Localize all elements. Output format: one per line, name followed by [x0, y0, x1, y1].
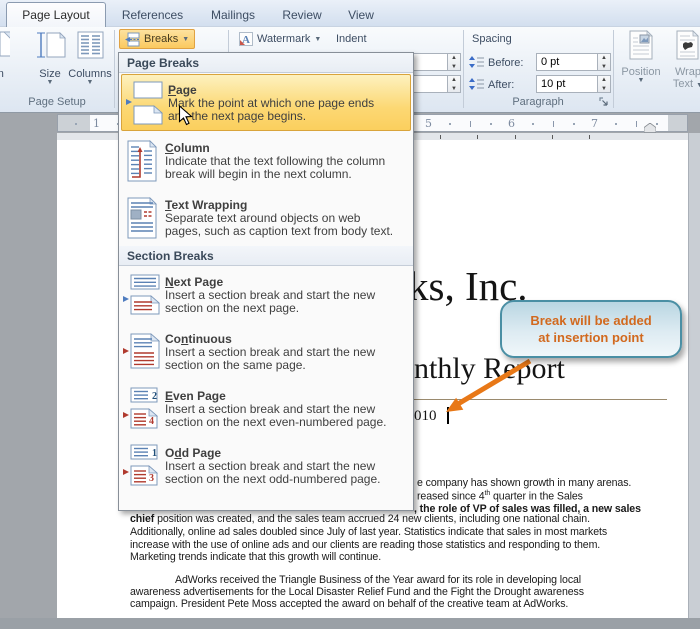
menu-item-description: Indicate that the text following the col… [165, 155, 407, 181]
ruler-number: 7 [591, 117, 598, 130]
menu-item-description: Insert a section break and start the new… [165, 403, 407, 429]
breaks-dropdown-menu: Page Breaks PageMark the point at which … [118, 52, 414, 511]
continuous-break-icon [119, 329, 165, 375]
spacing-before-field[interactable]: 0 pt [536, 53, 598, 71]
spacing-before-label: Before: [488, 57, 523, 69]
callout-arrow [430, 350, 540, 420]
menu-item-next-page[interactable]: Next PageInsert a section break and star… [119, 266, 413, 323]
orientation-icon [0, 29, 10, 61]
wrap-text-icon [675, 29, 700, 61]
menu-item-text-wrapping[interactable]: Text WrappingSeparate text around object… [119, 189, 413, 246]
menu-item-title: Column [165, 141, 407, 155]
dropdown-arrow-icon: ▼ [696, 82, 700, 89]
tab-references[interactable]: References [115, 3, 190, 27]
indent-label: Indent [336, 33, 367, 45]
document-text-line: campaign. President Pete Moss accepted t… [130, 598, 568, 610]
menu-section-header: Page Breaks [119, 53, 413, 73]
document-text-line: awareness advertisements for the Local D… [130, 586, 584, 598]
paragraph-dialog-launcher-icon[interactable] [599, 97, 610, 108]
group-divider [613, 30, 614, 108]
document-text-line: Marketing trends indicate that this grow… [130, 551, 381, 563]
menu-item-odd-page[interactable]: 1 3Odd PageInsert a section break and st… [119, 437, 413, 494]
tab-review[interactable]: Review [276, 3, 328, 27]
tab-view[interactable]: View [340, 3, 382, 27]
menu-item-title: Next Page [165, 275, 407, 289]
document-text-line: AdWorks received the Triangle Business o… [175, 574, 581, 586]
watermark-icon: A [239, 32, 253, 46]
callout-bubble: Break will be added at insertion point [500, 300, 682, 358]
tab-mailings[interactable]: Mailings [202, 3, 264, 27]
wrap-text-button[interactable]: Wrap Text ▼ [666, 29, 700, 90]
menu-item-column[interactable]: ColumnIndicate that the text following t… [119, 132, 413, 189]
spacing-before-spinner[interactable]: ▲▼ [598, 53, 611, 71]
menu-item-page[interactable]: PageMark the point at which one page end… [121, 74, 411, 131]
document-text-line: increase with the use of online ads and … [130, 539, 600, 551]
document-text-line: Additionally, online ad sales doubled si… [130, 526, 607, 538]
page-break-icon [122, 80, 168, 126]
menu-item-description: Insert a section break and start the new… [165, 289, 407, 315]
document-text-line: e company has shown growth in many arena… [417, 477, 631, 489]
svg-text:4: 4 [149, 416, 154, 427]
menu-item-title: Text Wrapping [165, 198, 407, 212]
position-icon [627, 29, 655, 61]
svg-text:3: 3 [149, 473, 154, 484]
breaks-button[interactable]: Breaks ▼ [119, 29, 195, 49]
right-indent-marker[interactable] [644, 123, 656, 133]
text-wrapping-break-icon [119, 195, 165, 241]
callout-text-line1: Break will be added [530, 312, 651, 329]
dropdown-arrow-icon: ▼ [314, 36, 321, 43]
spacing-after-spinner[interactable]: ▲▼ [598, 75, 611, 93]
breaks-icon [125, 32, 140, 47]
menu-item-title: Even Page [165, 389, 407, 403]
watermark-button[interactable]: A Watermark ▼ [234, 29, 326, 49]
spacing-after-icon [469, 78, 485, 91]
menu-item-description: Mark the point at which one page ends an… [168, 97, 404, 123]
ruler-number: 5 [425, 117, 432, 130]
ribbon-tab-bar: Page Layout References Mailings Review V… [0, 0, 700, 27]
document-text-line: chief position was created, and the sale… [130, 513, 590, 525]
menu-item-title: Odd Page [165, 446, 407, 460]
menu-item-even-page[interactable]: 2 4Even PageInsert a section break and s… [119, 380, 413, 437]
document-text-line: reased since 4th quarter in the Sales [417, 490, 583, 503]
menu-item-title: Continuous [165, 332, 407, 346]
menu-item-continuous[interactable]: ContinuousInsert a section break and sta… [119, 323, 413, 380]
callout-text-line2: at insertion point [538, 329, 643, 346]
menu-item-description: Separate text around objects on web page… [165, 212, 407, 238]
even-page-break-icon: 2 4 [119, 386, 165, 432]
spacing-label: Spacing [472, 33, 512, 45]
dropdown-arrow-icon: ▼ [182, 36, 189, 43]
position-button[interactable]: Position ▼ [617, 29, 665, 84]
menu-item-description: Insert a section break and start the new… [165, 346, 407, 372]
spacing-before-icon [469, 56, 485, 69]
mouse-pointer-icon [178, 105, 193, 126]
columns-icon [75, 29, 105, 61]
odd-page-break-icon: 1 3 [119, 443, 165, 489]
tab-page-layout[interactable]: Page Layout [6, 2, 106, 28]
status-bar-strip [0, 618, 700, 629]
menu-item-description: Insert a section break and start the new… [165, 460, 407, 486]
dropdown-arrow-icon: ▼ [0, 80, 18, 86]
svg-text:1: 1 [152, 448, 157, 459]
group-divider [114, 30, 115, 108]
dropdown-arrow-icon: ▼ [617, 78, 665, 84]
paragraph-group-label: Paragraph [464, 96, 612, 108]
indent-left-spinner[interactable]: ▲▼ [448, 53, 461, 71]
next-page-break-icon [119, 272, 165, 318]
menu-item-title: Page [168, 83, 404, 97]
columns-button[interactable]: Columns ▼ [62, 29, 118, 86]
orientation-button[interactable]: tion ▼ [0, 29, 18, 86]
page-setup-group-label: Page Setup [0, 96, 114, 108]
spacing-after-label: After: [488, 79, 514, 91]
ruler-number: 1 [93, 117, 100, 130]
spacing-after-field[interactable]: 10 pt [536, 75, 598, 93]
vertical-scrollbar[interactable] [688, 133, 700, 618]
menu-section-header: Section Breaks [119, 246, 413, 266]
ruler-number: 6 [508, 117, 515, 130]
indent-right-spinner[interactable]: ▲▼ [448, 75, 461, 93]
dropdown-arrow-icon: ▼ [62, 80, 118, 86]
column-break-icon [119, 138, 165, 184]
word-window: Page Layout References Mailings Review V… [0, 0, 700, 629]
svg-text:2: 2 [152, 391, 157, 402]
